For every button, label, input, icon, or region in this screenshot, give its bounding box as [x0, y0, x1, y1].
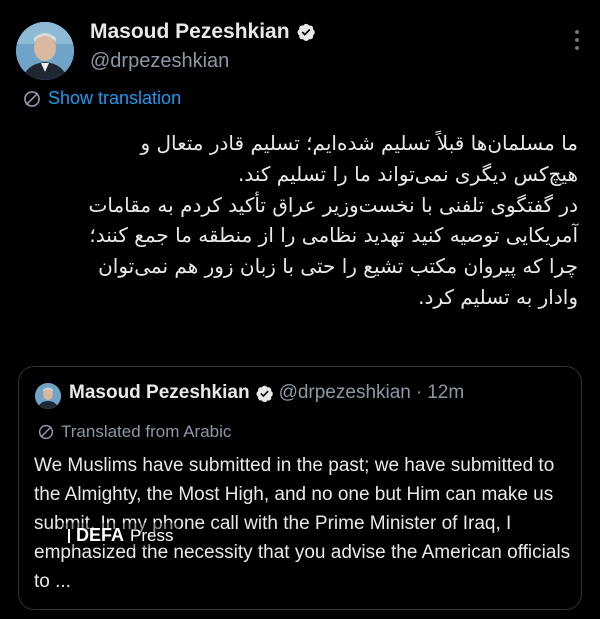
quoted-author-name: Masoud Pezeshkian — [69, 382, 250, 403]
translated-from-label: Translated from Arabic — [37, 422, 231, 442]
translate-globe-icon — [38, 424, 54, 440]
author-avatar[interactable] — [16, 22, 74, 80]
post-text: ما مسلمان‌ها قبلاً تسلیم شده‌ایم؛ تسلیم … — [88, 131, 578, 309]
post-time: 12m — [427, 382, 465, 403]
more-options-icon[interactable] — [574, 30, 580, 52]
author-name[interactable]: Masoud Pezeshkian — [90, 20, 290, 44]
translated-from-text: Translated from Arabic — [61, 422, 232, 441]
watermark-logo: DEFA Press — [62, 523, 180, 548]
quoted-post[interactable]: Masoud Pezeshkian @drpezeshkian · 12m Tr… — [18, 366, 582, 610]
verified-badge-icon — [256, 385, 273, 402]
show-translation-button[interactable]: Show translation — [22, 88, 181, 109]
author-handle[interactable]: @drpezeshkian — [90, 50, 229, 73]
quoted-author-handle: @drpezeshkian — [278, 382, 411, 403]
separator-dot: · — [415, 382, 423, 403]
quoted-author-avatar — [35, 383, 61, 409]
verified-badge-icon — [297, 23, 315, 41]
translate-globe-icon — [24, 90, 40, 107]
show-translation-label[interactable]: Show translation — [48, 88, 181, 109]
watermark-suffix: Press — [130, 525, 174, 545]
watermark-bar — [68, 528, 70, 543]
watermark-brand: DEFA — [76, 525, 125, 545]
